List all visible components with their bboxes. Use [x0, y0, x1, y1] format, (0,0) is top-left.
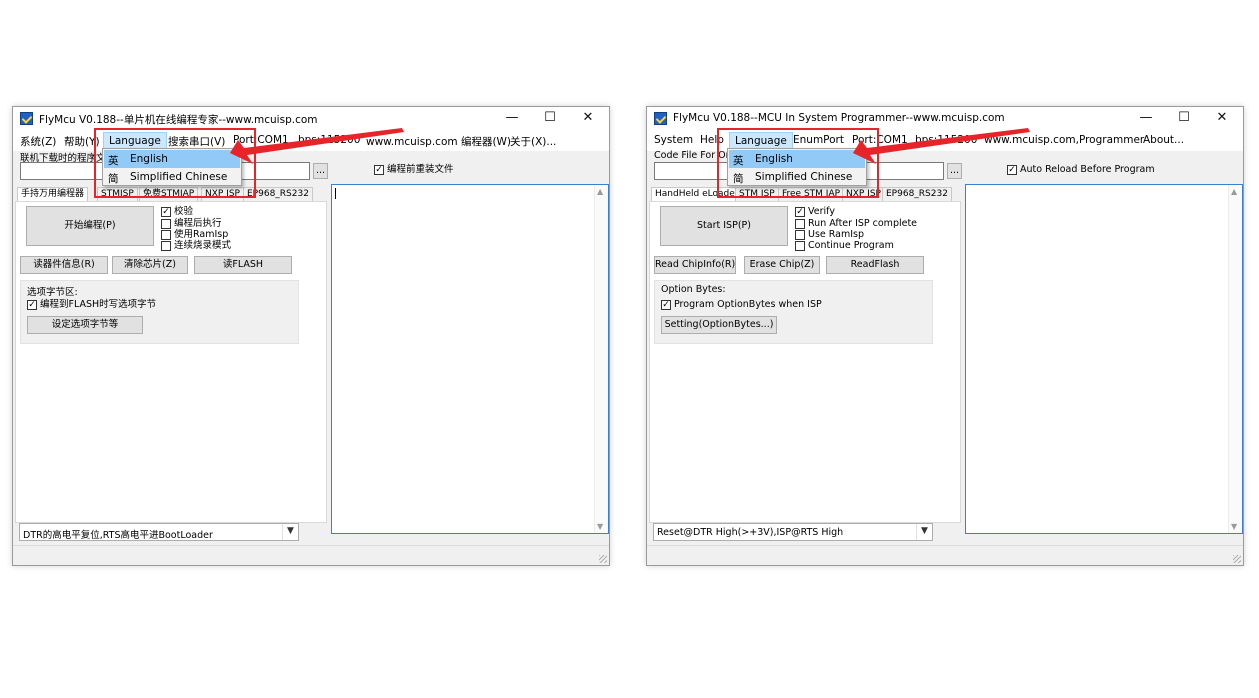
ram-isp-label: Use RamIsp [808, 229, 865, 240]
option-bytes-group: 选项字节区: ✓ 编程到FLASH时写选项字节 设定选项字节等 [20, 280, 299, 344]
close-button[interactable]: ✕ [569, 107, 607, 131]
menu-about[interactable]: About... [1143, 134, 1184, 146]
isp-panel: 开始编程(P) ✓ 校验 编程后执行 使用RamIsp 连续烧录模式 读器件信息(… [15, 201, 327, 523]
checkbox-box [161, 240, 171, 251]
option-bytes-setting-button[interactable]: 设定选项字节等 [27, 316, 143, 334]
reset-mode-value: Reset@DTR High(>+3V),ISP@RTS High [657, 527, 844, 538]
read-flash-button[interactable]: ReadFlash [826, 256, 924, 274]
checkbox-box [795, 229, 805, 240]
window-title: FlyMcu V0.188--MCU In System Programmer-… [673, 112, 1005, 124]
vertical-scrollbar[interactable]: ▲ ▼ [1228, 185, 1242, 533]
flymcu-app-icon [654, 112, 667, 125]
menu-programmer[interactable]: www.mcuisp.com,Programmer [984, 134, 1144, 146]
option-bytes-checkbox[interactable]: ✓ 编程到FLASH时写选项字节 [27, 299, 156, 310]
scroll-up-icon[interactable]: ▲ [1231, 187, 1237, 196]
scroll-down-icon[interactable]: ▼ [1231, 522, 1237, 531]
read-chip-info-button[interactable]: 读器件信息(R) [20, 256, 108, 274]
reset-mode-select[interactable]: Reset@DTR High(>+3V),ISP@RTS High ▼ [653, 523, 933, 541]
checkbox-box: ✓ [27, 299, 37, 310]
ram-isp-checkbox[interactable]: 使用RamIsp [161, 229, 228, 240]
verify-label: Verify [808, 206, 835, 217]
browse-button[interactable]: ... [313, 163, 328, 179]
window-title: FlyMcu V0.188--单片机在线编程专家--www.mcuisp.com [39, 114, 318, 126]
menu-system[interactable]: System [654, 134, 693, 146]
menu-bps[interactable]: bps:115200 [915, 134, 977, 146]
ram-isp-checkbox[interactable]: Use RamIsp [795, 229, 864, 240]
checkbox-box: ✓ [661, 299, 671, 310]
start-isp-button[interactable]: Start ISP(P) [660, 206, 788, 246]
option-bytes-title: 选项字节区: [27, 287, 78, 298]
menu-bps[interactable]: bps:115200 [298, 134, 360, 146]
verify-checkbox[interactable]: ✓ Verify [795, 206, 835, 217]
option-bytes-setting-button[interactable]: Setting(OptionBytes...) [661, 316, 777, 334]
flymcu-app-icon [20, 112, 33, 125]
verify-label: 校验 [174, 206, 194, 217]
option-bytes-label: 编程到FLASH时写选项字节 [40, 299, 157, 310]
continue-program-checkbox[interactable]: Continue Program [795, 240, 894, 251]
option-bytes-label: Program OptionBytes when ISP [674, 299, 822, 310]
tab-handheld[interactable]: 手持万用编程器 [17, 187, 89, 201]
highlight-box-right [717, 128, 879, 198]
continue-program-checkbox[interactable]: 连续烧录模式 [161, 240, 231, 251]
minimize-button[interactable]: — [1127, 107, 1165, 131]
run-after-label: 编程后执行 [174, 218, 222, 229]
option-bytes-title: Option Bytes: [661, 284, 726, 295]
checkbox-box [161, 229, 171, 240]
checkbox-box: ✓ [1007, 164, 1017, 175]
run-after-checkbox[interactable]: Run After ISP complete [795, 218, 917, 229]
text-caret [335, 188, 336, 199]
highlight-box-left [94, 128, 256, 198]
run-after-label: Run After ISP complete [808, 218, 918, 229]
checkbox-box: ✓ [795, 206, 805, 217]
option-bytes-checkbox[interactable]: ✓ Program OptionBytes when ISP [661, 299, 822, 310]
reset-mode-select[interactable]: DTR的高电平复位,RTS高电平进BootLoader ▼ [19, 523, 299, 541]
verify-checkbox[interactable]: ✓ 校验 [161, 206, 193, 217]
continue-label: 连续烧录模式 [174, 240, 232, 251]
reload-label: Auto Reload Before Program [1020, 164, 1155, 175]
menu-system[interactable]: 系统(Z) [20, 134, 56, 149]
checkbox-box: ✓ [161, 206, 171, 217]
resize-grip-icon[interactable] [599, 555, 607, 563]
maximize-button[interactable]: ☐ [531, 107, 569, 131]
erase-chip-button[interactable]: Erase Chip(Z) [744, 256, 820, 274]
checkbox-box [795, 218, 805, 229]
reload-label: 编程前重装文件 [387, 164, 454, 175]
status-bar [647, 545, 1243, 565]
option-bytes-group: Option Bytes: ✓ Program OptionBytes when … [654, 280, 933, 344]
maximize-button[interactable]: ☐ [1165, 107, 1203, 131]
output-log[interactable]: ▲ ▼ [965, 184, 1243, 534]
chevron-down-icon[interactable]: ▼ [916, 524, 932, 540]
menu-about[interactable]: 关于(X)... [510, 134, 556, 149]
reload-before-program-checkbox[interactable]: ✓ 编程前重装文件 [374, 164, 454, 175]
browse-button[interactable]: ... [947, 163, 962, 179]
erase-chip-button[interactable]: 清除芯片(Z) [112, 256, 188, 274]
tab-ep968[interactable]: EP968_RS232 [882, 187, 952, 201]
start-isp-button[interactable]: 开始编程(P) [26, 206, 154, 246]
resize-grip-icon[interactable] [1233, 555, 1241, 563]
menu-programmer[interactable]: www.mcuisp.com 编程器(W) [366, 134, 511, 149]
continue-label: Continue Program [808, 240, 894, 251]
read-chip-info-button[interactable]: Read ChipInfo(R) [654, 256, 736, 274]
checkbox-box: ✓ [374, 164, 384, 175]
ram-isp-label: 使用RamIsp [174, 229, 229, 240]
scroll-up-icon[interactable]: ▲ [597, 187, 603, 196]
chevron-down-icon[interactable]: ▼ [282, 524, 298, 540]
reset-mode-value: DTR的高电平复位,RTS高电平进BootLoader [23, 530, 213, 541]
output-log[interactable]: ▲ ▼ [331, 184, 609, 534]
isp-panel: Start ISP(P) ✓ Verify Run After ISP compl… [649, 201, 961, 523]
checkbox-box [161, 218, 171, 229]
status-bar [13, 545, 609, 565]
reload-before-program-checkbox[interactable]: ✓ Auto Reload Before Program [1007, 164, 1155, 175]
read-flash-button[interactable]: 读FLASH [194, 256, 292, 274]
close-button[interactable]: ✕ [1203, 107, 1241, 131]
checkbox-box [795, 240, 805, 251]
vertical-scrollbar[interactable]: ▲ ▼ [594, 185, 608, 533]
scroll-down-icon[interactable]: ▼ [597, 522, 603, 531]
minimize-button[interactable]: — [493, 107, 531, 131]
run-after-checkbox[interactable]: 编程后执行 [161, 218, 222, 229]
